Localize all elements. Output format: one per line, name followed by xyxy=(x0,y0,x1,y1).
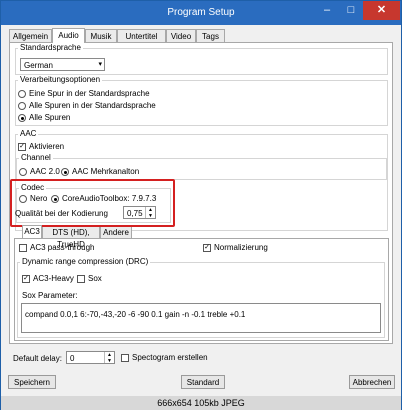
ac3-heavy-label: AC3-Heavy xyxy=(33,274,74,283)
stepper-arrows-icon[interactable]: ▲ ▼ xyxy=(145,207,155,219)
tab-allgemein[interactable]: Allgemein xyxy=(9,29,52,42)
tab-audio[interactable]: Audio xyxy=(52,28,85,43)
radio-eine-spur[interactable] xyxy=(18,90,26,98)
radio-aac-mehrkanal[interactable] xyxy=(61,168,69,176)
aac-label: AAC xyxy=(18,129,39,138)
tab-tags[interactable]: Tags xyxy=(196,29,225,42)
codec-label: Codec xyxy=(19,183,47,192)
option-eine-spur: Eine Spur in der Standardsprache xyxy=(29,89,150,98)
option-coreaudio: CoreAudioToolbox: 7.9.7.3 xyxy=(62,194,157,203)
ac3-passthrough-checkbox[interactable] xyxy=(19,244,27,252)
option-aac-mehrkanal: AAC Mehrkanalton xyxy=(72,167,140,176)
aktivieren-label: Aktivieren xyxy=(29,142,65,151)
minimize-icon[interactable]: – xyxy=(315,1,339,20)
normalisierung-label: Normalizierung xyxy=(214,243,268,252)
quality-label: Qualität bei der Kodierung xyxy=(15,209,108,218)
close-icon[interactable]: ✕ xyxy=(363,1,400,20)
tab-andere[interactable]: Andere xyxy=(100,226,132,238)
spectogram-checkbox[interactable] xyxy=(121,354,129,362)
default-delay-label: Default delay: xyxy=(13,354,62,363)
normalisierung-checkbox[interactable]: ✓ xyxy=(203,244,211,252)
default-delay-stepper[interactable]: 0 ▲ ▼ xyxy=(66,351,115,364)
option-alle-spuren-standard: Alle Spuren in der Standardsprache xyxy=(29,101,156,110)
maximize-icon[interactable]: □ xyxy=(339,1,363,20)
aktivieren-checkbox[interactable]: ✓ xyxy=(18,143,26,151)
option-nero: Nero xyxy=(30,194,48,203)
tab-ac3[interactable]: AC3 xyxy=(22,225,42,238)
default-delay-value: 0 xyxy=(70,354,75,363)
channel-label: Channel xyxy=(19,153,53,162)
sox-param-label: Sox Parameter: xyxy=(22,291,78,300)
save-button[interactable]: Speichern xyxy=(8,375,56,389)
stepper-arrows-icon[interactable]: ▲ ▼ xyxy=(104,352,114,364)
quality-value: 0,75 xyxy=(127,209,143,218)
language-select[interactable]: German ▾ xyxy=(20,58,105,71)
image-info-bar: 666x654 105kb JPEG xyxy=(1,396,401,410)
option-alle-spuren: Alle Spuren xyxy=(29,113,71,122)
chevron-down-icon: ▾ xyxy=(98,61,102,68)
audio-page: Standardsprache German ▾ Verarbeitungsop… xyxy=(9,42,393,344)
radio-aac-20[interactable] xyxy=(19,168,27,176)
quality-stepper[interactable]: 0,75 ▲ ▼ xyxy=(123,206,156,219)
sox-checkbox[interactable] xyxy=(77,275,85,283)
tab-untertitel[interactable]: Untertitel xyxy=(117,29,166,42)
language-value: German xyxy=(24,61,53,70)
radio-alle-spuren-standard[interactable] xyxy=(18,102,26,110)
sox-param-input[interactable]: compand 0.0,1 6:-70,-43,-20 -6 -90 0.1 g… xyxy=(21,303,381,333)
spectogram-label: Spectogram erstellen xyxy=(132,353,208,362)
standard-button[interactable]: Standard xyxy=(181,375,225,389)
ac3-heavy-checkbox[interactable]: ✓ xyxy=(22,275,30,283)
option-aac-20: AAC 2.0 xyxy=(30,167,60,176)
verarbeitung-label: Verarbeitungsoptionen xyxy=(18,75,103,84)
sox-label: Sox xyxy=(88,274,102,283)
title-bar[interactable]: Program Setup – □ ✕ xyxy=(1,1,401,25)
tab-musik[interactable]: Musik xyxy=(85,29,117,42)
radio-coreaudio[interactable] xyxy=(51,195,59,203)
radio-nero[interactable] xyxy=(19,195,27,203)
cancel-button[interactable]: Abbrechen xyxy=(349,375,395,389)
tab-dts[interactable]: DTS (HD), TrueHD xyxy=(42,226,100,249)
tab-video[interactable]: Video xyxy=(166,29,196,42)
drc-label: Dynamic range compression (DRC) xyxy=(20,257,151,266)
ac3-passthrough-label: AC3 pass-through xyxy=(30,243,95,252)
standardsprache-label: Standardsprache xyxy=(18,43,83,52)
sox-param-value: compand 0.0,1 6:-70,-43,-20 -6 -90 0.1 g… xyxy=(25,310,246,319)
program-setup-window: Program Setup – □ ✕ Allgemein Audio Musi… xyxy=(0,0,402,410)
radio-alle-spuren[interactable] xyxy=(18,114,26,122)
